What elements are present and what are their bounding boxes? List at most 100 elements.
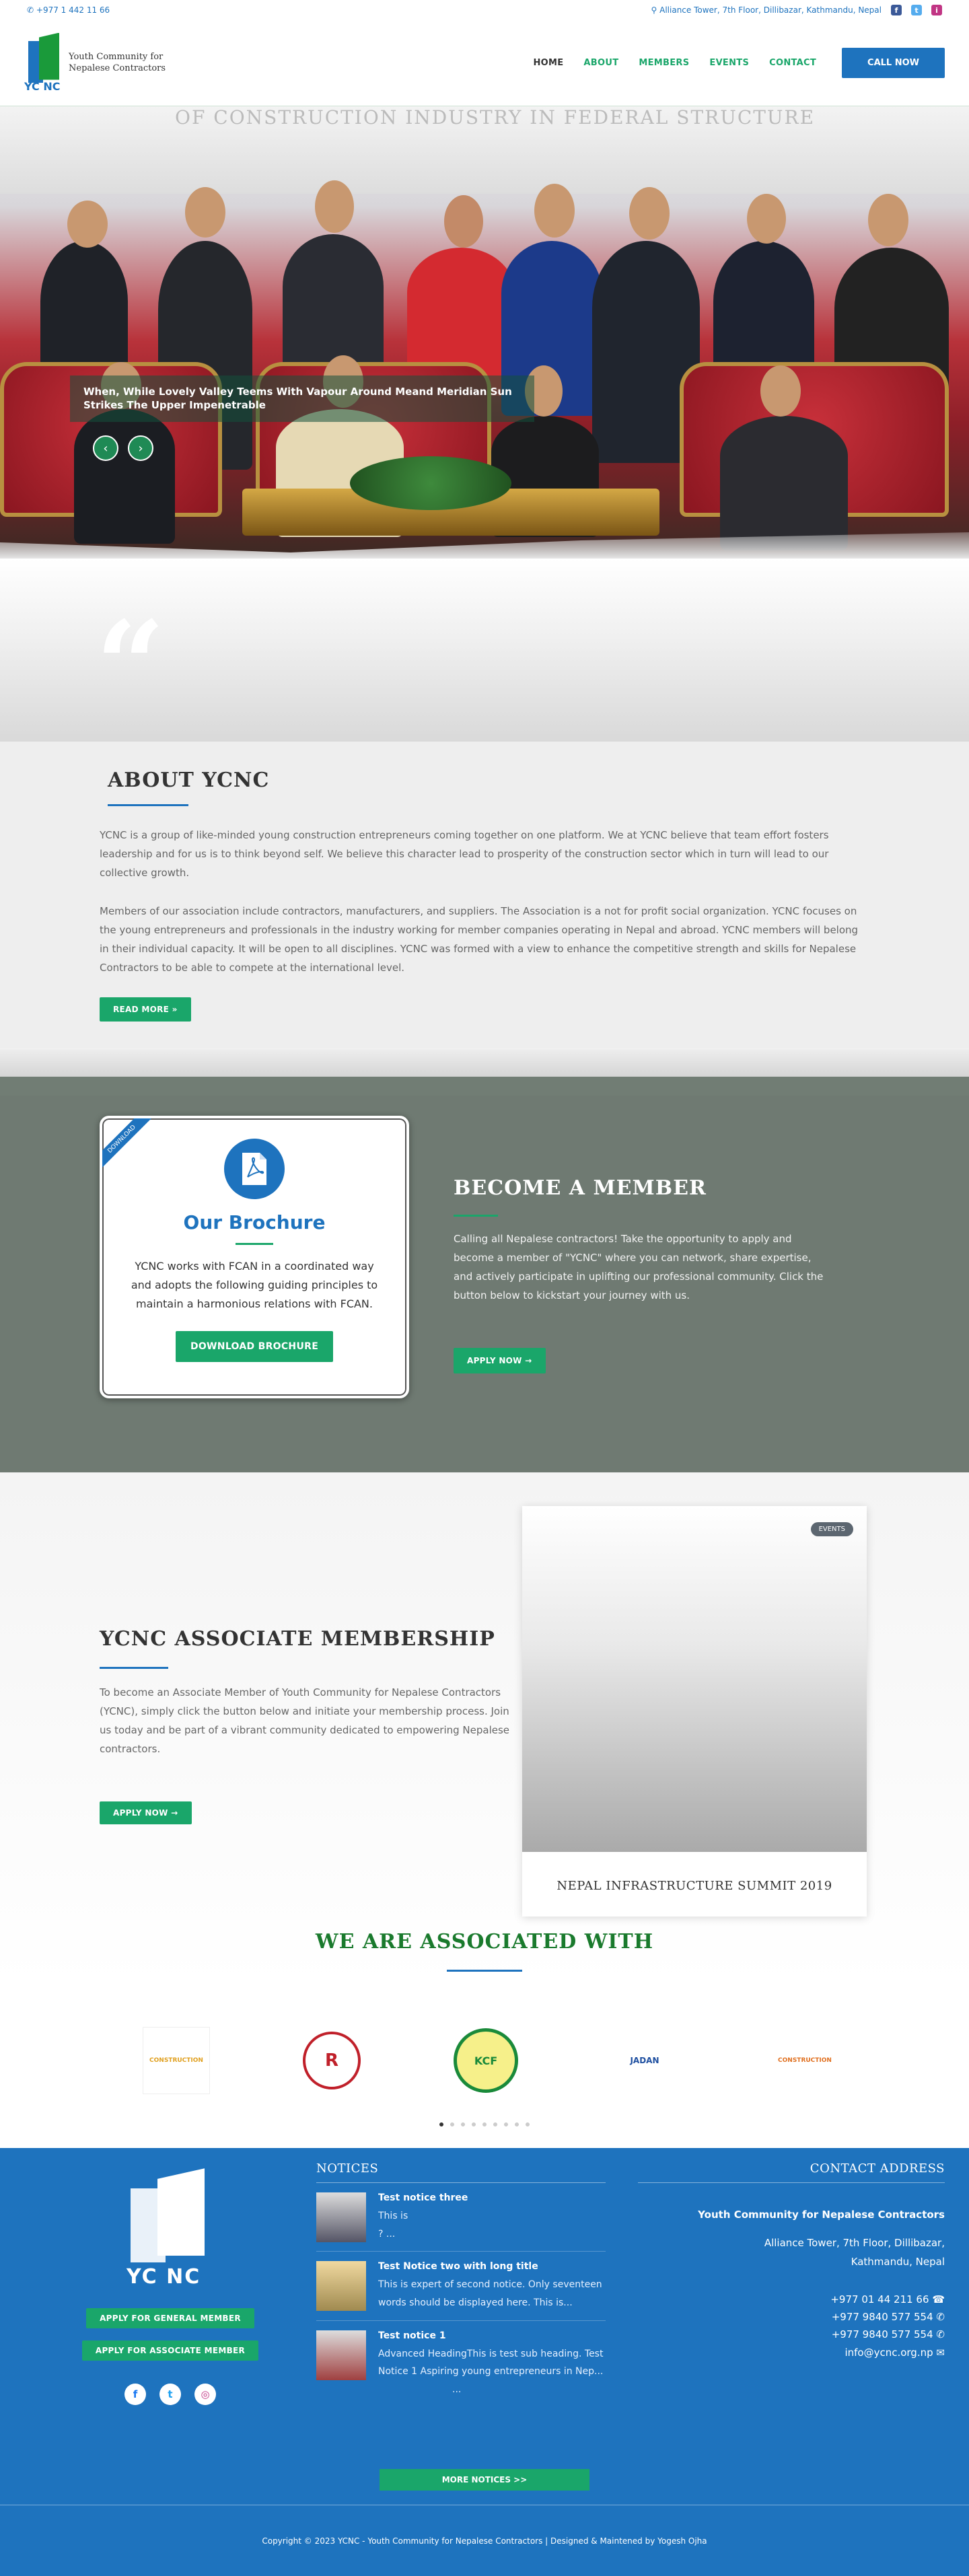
slider-next-button[interactable]: › xyxy=(128,435,153,461)
brochure-card: DOWNLOAD Our Brochure YCNC works with FC… xyxy=(100,1116,409,1399)
partner-logo[interactable]: R xyxy=(303,2032,361,2090)
carousel-dots xyxy=(0,2122,969,2127)
notice-excerpt: This is expert of second notice. Only se… xyxy=(378,2279,602,2309)
download-ribbon: DOWNLOAD xyxy=(102,1118,159,1176)
whatsapp-icon: ✆ xyxy=(936,2328,945,2341)
facebook-icon[interactable]: f xyxy=(891,5,902,15)
more-notices-button[interactable]: MORE NOTICES >> xyxy=(380,2469,589,2491)
partner-logos: CONSTRUCTION R KCF JADAN CONSTRUCTION xyxy=(0,2000,969,2149)
become-member-text: Calling all Nepalese contractors! Take t… xyxy=(454,1233,824,1301)
call-now-button[interactable]: CALL NOW xyxy=(842,48,945,78)
notice-title[interactable]: Test notice 1 xyxy=(378,2330,606,2341)
about-section: ABOUT YCNC YCNC is a group of like-minde… xyxy=(0,742,969,1049)
quote-mark-icon: “ xyxy=(96,595,166,737)
carousel-dot[interactable] xyxy=(482,2122,487,2127)
carousel-dot[interactable] xyxy=(526,2122,530,2127)
twitter-icon[interactable]: t xyxy=(159,2384,181,2406)
contact-org: Youth Community for Nepalese Contractors xyxy=(698,2209,945,2221)
quote-band: “ xyxy=(0,559,969,742)
notice-item[interactable]: Test Notice two with long title This is … xyxy=(316,2252,606,2321)
pdf-icon xyxy=(224,1139,285,1200)
contact-whatsapp[interactable]: +977 9840 577 554 ✆ xyxy=(638,2308,945,2326)
partner-logo[interactable]: CONSTRUCTION xyxy=(143,2027,210,2095)
about-paragraph-2: Members of our association include contr… xyxy=(100,905,859,974)
event-image xyxy=(522,1506,867,1853)
notice-item[interactable]: Test notice 1 Advanced HeadingThis is te… xyxy=(316,2321,606,2407)
nav-events[interactable]: EVENTS xyxy=(709,58,749,68)
event-card[interactable]: EVENTS NEPAL INFRASTRUCTURE SUMMIT 2019 xyxy=(522,1506,867,1917)
brand-line-1: Youth Community for xyxy=(69,52,164,63)
hero-banner-text: OF CONSTRUCTION INDUSTRY IN FEDERAL STRU… xyxy=(175,106,816,129)
instagram-icon[interactable]: ◎ xyxy=(194,2384,216,2406)
twitter-icon[interactable]: t xyxy=(911,5,922,15)
apply-general-member-button[interactable]: APPLY FOR GENERAL MEMBER xyxy=(86,2308,254,2329)
partner-logo[interactable]: JADAN xyxy=(611,2027,678,2094)
nav-home[interactable]: HOME xyxy=(533,58,563,68)
address-info: ⚲ Alliance Tower, 7th Floor, Dillibazar,… xyxy=(651,5,882,15)
contact-address-line: Alliance Tower, 7th Floor, Dillibazar, xyxy=(764,2237,945,2250)
brochure-text: YCNC works with FCAN in a coordinated wa… xyxy=(131,1260,378,1311)
ycnc-logo-mark: YC NC xyxy=(24,32,63,94)
about-paragraph-1: YCNC is a group of like-minded young con… xyxy=(100,829,829,879)
notice-thumbnail xyxy=(316,2261,366,2312)
associated-title: WE ARE ASSOCIATED WITH xyxy=(315,1930,654,1954)
main-nav: HOME ABOUT MEMBERS EVENTS CONTACT CALL N… xyxy=(533,48,945,78)
carousel-dot[interactable] xyxy=(439,2122,443,2127)
read-more-button[interactable]: READ MORE » xyxy=(100,997,191,1022)
footer-logo: YC NC xyxy=(127,2168,214,2296)
hero-slider: OF CONSTRUCTION INDUSTRY IN FEDERAL STRU… xyxy=(0,106,969,559)
become-member-title: BECOME A MEMBER xyxy=(454,1176,707,1201)
nav-about[interactable]: ABOUT xyxy=(583,58,618,68)
carousel-dot[interactable] xyxy=(515,2122,519,2127)
carousel-dot[interactable] xyxy=(461,2122,465,2127)
mail-icon: ✉ xyxy=(936,2346,945,2359)
copyright-text: Copyright © 2023 YCNC - Youth Community … xyxy=(262,2536,707,2546)
apply-now-button[interactable]: APPLY NOW → xyxy=(454,1348,546,1374)
partner-logo[interactable]: KCF xyxy=(454,2028,518,2094)
site-logo[interactable]: YC NC Youth Community for Nepalese Contr… xyxy=(24,32,166,94)
notice-excerpt: This is xyxy=(378,2211,408,2222)
carousel-dot[interactable] xyxy=(450,2122,454,2127)
associate-apply-button[interactable]: APPLY NOW → xyxy=(100,1801,192,1825)
notice-title[interactable]: Test Notice two with long title xyxy=(378,2261,606,2272)
top-bar: ✆ +977 1 442 11 66 ⚲ Alliance Tower, 7th… xyxy=(0,0,969,20)
download-brochure-button[interactable]: DOWNLOAD BROCHURE xyxy=(175,1331,334,1363)
associate-text: To become an Associate Member of Youth C… xyxy=(100,1686,510,1755)
contact-email[interactable]: info@ycnc.org.np ✉ xyxy=(638,2344,945,2361)
associate-section: YCNC ASSOCIATE MEMBERSHIP To become an A… xyxy=(0,1472,969,1984)
nav-members[interactable]: MEMBERS xyxy=(639,58,689,68)
contact-phone[interactable]: +977 01 44 211 66 ☎ xyxy=(638,2291,945,2308)
partner-logo[interactable]: CONSTRUCTION xyxy=(771,2027,838,2094)
notice-thumbnail xyxy=(316,2330,366,2380)
notice-more: ? ... xyxy=(378,2228,396,2240)
nav-contact[interactable]: CONTACT xyxy=(769,58,816,68)
phone-info[interactable]: ✆ +977 1 442 11 66 xyxy=(27,5,110,15)
instagram-icon[interactable]: i xyxy=(931,5,942,15)
facebook-icon[interactable]: f xyxy=(124,2384,146,2406)
carousel-dot[interactable] xyxy=(493,2122,497,2127)
events-badge: EVENTS xyxy=(810,1522,853,1537)
slider-prev-button[interactable]: ‹ xyxy=(93,435,118,461)
location-pin-icon: ⚲ xyxy=(651,5,657,15)
address-text: Alliance Tower, 7th Floor, Dillibazar, K… xyxy=(659,5,882,15)
carousel-dot[interactable] xyxy=(472,2122,476,2127)
member-section: DOWNLOAD Our Brochure YCNC works with FC… xyxy=(0,1096,969,1473)
event-title[interactable]: NEPAL INFRASTRUCTURE SUMMIT 2019 xyxy=(522,1852,867,1893)
brochure-title: Our Brochure xyxy=(183,1211,326,1234)
notice-title[interactable]: Test notice three xyxy=(378,2192,468,2203)
about-title: ABOUT YCNC xyxy=(108,768,270,792)
hero-caption: When, While Lovely Valley Teems With Vap… xyxy=(70,375,534,422)
notice-item[interactable]: Test notice three This is ? ... xyxy=(316,2183,606,2252)
contact-address-line: Kathmandu, Nepal xyxy=(851,2256,945,2268)
apply-associate-member-button[interactable]: APPLY FOR ASSOCIATE MEMBER xyxy=(81,2340,259,2361)
whatsapp-icon: ✆ xyxy=(936,2311,945,2323)
associate-title: YCNC ASSOCIATE MEMBERSHIP xyxy=(100,1627,495,1651)
contact-whatsapp[interactable]: +977 9840 577 554 ✆ xyxy=(638,2326,945,2343)
contact-heading: CONTACT ADDRESS xyxy=(638,2161,945,2184)
notice-thumbnail xyxy=(316,2192,366,2243)
brand-line-2: Nepalese Contractors xyxy=(69,63,166,73)
carousel-dot[interactable] xyxy=(504,2122,508,2127)
notices-heading: NOTICES xyxy=(316,2161,606,2184)
notice-excerpt: Advanced HeadingThis is test sub heading… xyxy=(378,2348,604,2377)
phone-icon: ☎ xyxy=(932,2293,945,2305)
